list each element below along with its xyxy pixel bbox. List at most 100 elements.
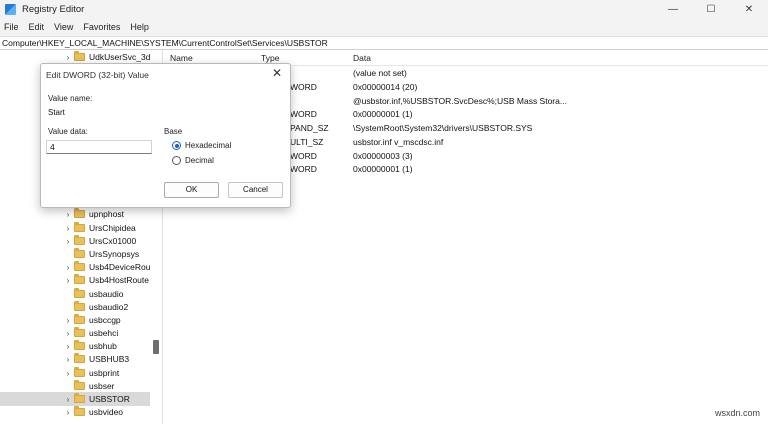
folder-icon [74,340,85,350]
tree-item[interactable]: › upnphost [0,207,152,221]
minimize-button[interactable]: — [654,0,692,18]
tree-item-label: Usb4HostRoute [89,275,150,285]
ok-button[interactable]: OK [164,182,219,198]
chevron-right-icon[interactable]: › [64,263,72,272]
tree-item-label: USBSTOR [89,394,130,404]
folder-icon [74,288,85,298]
cell-data: 0x00000001 (1) [353,164,413,174]
radio-unchecked-icon[interactable] [172,156,181,165]
dialog-close-icon[interactable]: ✕ [272,66,282,80]
folder-icon [74,314,85,324]
folder-icon [74,393,85,403]
folder-icon [74,353,85,363]
radio-decimal-label: Decimal [185,156,214,165]
menu-bar: File Edit View Favorites Help [0,18,768,36]
tree-item[interactable]: › UrsChipidea [0,221,152,235]
menu-favorites[interactable]: Favorites [83,22,120,32]
tree-item-label: usbehci [89,328,119,338]
cell-data: 0x00000003 (3) [353,151,413,161]
chevron-right-icon[interactable]: › [64,276,72,285]
value-name-label: Value name: [48,94,93,103]
folder-icon [74,301,85,311]
folder-icon [74,367,85,377]
registry-editor-icon [5,3,16,15]
tree-item-label: usbvideo [89,407,124,417]
maximize-button[interactable]: ☐ [692,0,730,18]
tree-item-label: usbccgp [89,315,121,325]
tree-item-label: UrsCx01000 [89,236,137,246]
cell-data: @usbstor.inf,%USBSTOR.SvcDesc%;USB Mass … [353,96,567,106]
title-bar: Registry Editor — ☐ ✕ [0,0,768,18]
chevron-right-icon[interactable]: › [64,210,72,219]
column-header-data[interactable]: Data [353,53,371,63]
cell-type: ULTI_SZ [290,137,324,147]
chevron-right-icon[interactable]: › [64,53,72,62]
column-header-type[interactable]: Type [261,53,279,63]
tree-item[interactable]: › UrsCx01000 [0,234,152,248]
value-name-field: Start [48,108,65,117]
column-header-name[interactable]: Name [170,53,193,63]
radio-decimal[interactable]: Decimal [172,156,214,165]
radio-checked-icon[interactable] [172,141,181,150]
tree-item-label: UdkUserSvc_3d [89,52,151,62]
tree-item-label: upnphost [89,209,124,219]
tree-item[interactable]: › USBHUB3 [0,352,152,366]
menu-view[interactable]: View [54,22,73,32]
cell-type: WORD [290,164,317,174]
chevron-right-icon[interactable]: › [64,369,72,378]
menu-edit[interactable]: Edit [29,22,45,32]
chevron-right-icon[interactable]: › [64,237,72,246]
chevron-right-icon[interactable]: › [64,329,72,338]
tree-item[interactable]: › usbhub [0,339,152,353]
close-button[interactable]: ✕ [730,0,768,18]
folder-icon [74,248,85,258]
folder-icon [74,208,85,218]
tree-item[interactable]: › usbccgp [0,313,152,327]
cell-type: WORD [290,109,317,119]
chevron-right-icon[interactable]: › [64,408,72,417]
chevron-right-icon[interactable]: › [64,224,72,233]
tree-item-label: usbaudio2 [89,302,129,312]
edit-dword-dialog: Edit DWORD (32-bit) Value ✕ Value name: … [40,63,291,208]
value-data-input[interactable] [46,140,152,154]
tree-item[interactable]: › usbprint [0,366,152,380]
tree-item[interactable]: › Usb4DeviceRou [0,260,152,274]
tree-item-label: usbser [89,381,115,391]
folder-icon [74,51,85,61]
folder-icon [74,406,85,416]
folder-icon [74,261,85,271]
address-bar[interactable]: Computer\HKEY_LOCAL_MACHINE\SYSTEM\Curre… [0,36,768,50]
cell-data: \SystemRoot\System32\drivers\USBSTOR.SYS [353,123,533,133]
base-label: Base [164,127,183,136]
menu-file[interactable]: File [4,22,19,32]
cell-type: WORD [290,82,317,92]
scrollbar-thumb[interactable] [153,340,159,354]
chevron-right-icon[interactable]: › [64,342,72,351]
folder-icon [74,235,85,245]
chevron-right-icon[interactable]: › [64,316,72,325]
tree-item-label: UrsChipidea [89,223,136,233]
menu-help[interactable]: Help [130,22,149,32]
folder-icon [74,327,85,337]
tree-item-label: usbaudio [89,289,124,299]
dialog-title: Edit DWORD (32-bit) Value [46,70,149,80]
tree-item-label: USBHUB3 [89,354,130,364]
watermark: wsxdn.com [714,408,760,418]
tree-item[interactable]: › Usb4HostRoute [0,273,152,287]
radio-hexadecimal[interactable]: Hexadecimal [172,141,231,150]
tree-item[interactable]: usbser [0,379,152,393]
tree-item[interactable]: usbaudio2 [0,300,152,314]
tree-item[interactable]: › usbvideo [0,405,152,419]
tree-item[interactable]: UrsSynopsys [0,247,152,261]
chevron-right-icon[interactable]: › [64,355,72,364]
tree-item-selected[interactable]: › USBSTOR [0,392,150,406]
value-data-label: Value data: [48,127,88,136]
tree-item[interactable]: usbaudio [0,287,152,301]
folder-icon [74,222,85,232]
tree-item-label: usbprint [89,368,120,378]
tree-item[interactable]: › usbehci [0,326,152,340]
chevron-right-icon[interactable]: › [64,395,72,404]
tree-item[interactable]: › UdkUserSvc_3d [0,50,152,64]
cancel-button[interactable]: Cancel [228,182,283,198]
tree-item-label: usbhub [89,341,117,351]
